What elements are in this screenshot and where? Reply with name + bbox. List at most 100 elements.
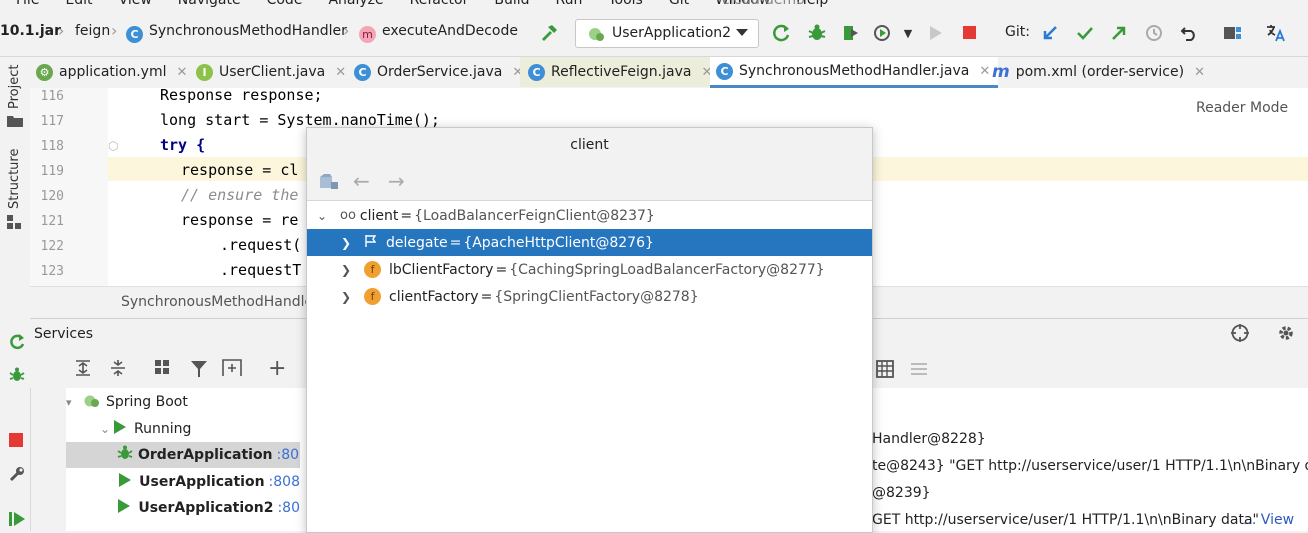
table-view-icon[interactable]	[876, 360, 894, 382]
run-icon[interactable]	[925, 22, 947, 44]
history-icon[interactable]	[1143, 22, 1165, 44]
code-line-121[interactable]: response = re	[181, 211, 298, 229]
code-line-118[interactable]: try {	[160, 136, 205, 154]
resume-icon[interactable]	[8, 511, 26, 531]
popup-row-lbclientfactory[interactable]: ❯ f lbClientFactory = {CachingSpringLoad…	[307, 256, 872, 283]
code-line-119[interactable]: response = cl	[181, 161, 298, 179]
variable-line[interactable]: GET http://userservice/user/1 HTTP/1.1\n…	[872, 512, 1259, 528]
menu-file[interactable]: File	[16, 0, 39, 8]
debug-services-icon[interactable]	[8, 366, 26, 388]
wrench-icon[interactable]	[8, 465, 26, 487]
new-tab-icon[interactable]	[221, 358, 243, 382]
rerun-icon[interactable]	[771, 22, 793, 44]
variable-line[interactable]: @8239}	[872, 485, 931, 501]
tab-orderservice-java[interactable]: C OrderService.java ✕	[354, 57, 523, 87]
profile-icon[interactable]	[871, 22, 893, 44]
menu-git[interactable]: Git	[669, 0, 689, 8]
menu-navigate[interactable]: Navigate	[178, 0, 241, 8]
add-service-icon[interactable]: +	[268, 356, 286, 381]
crosshair-icon[interactable]	[1230, 323, 1250, 347]
git-update-icon[interactable]	[1039, 22, 1061, 44]
tree-node-userapplication[interactable]: UserApplication :808	[66, 469, 300, 495]
breadcrumb-package[interactable]: feign	[75, 23, 110, 39]
code-line-122[interactable]: .request(	[220, 236, 301, 254]
services-rerun-icon[interactable]	[8, 333, 26, 355]
chevron-right-icon[interactable]: ❯	[336, 236, 356, 250]
variable-line[interactable]: te@8243} "GET http://userservice/user/1 …	[872, 458, 1308, 474]
close-icon[interactable]: ✕	[177, 65, 188, 80]
back-arrow-icon[interactable]: ←	[353, 169, 370, 193]
expand-all-icon[interactable]	[74, 359, 92, 381]
port-label[interactable]: :80	[277, 500, 300, 516]
tree-node-spring-boot[interactable]: ▾ Spring Boot	[66, 389, 300, 415]
editor-breadcrumb-class[interactable]: SynchronousMethodHandler	[121, 294, 319, 310]
tree-node-orderapplication[interactable]: OrderApplication :80	[66, 442, 300, 468]
breadcrumb-class[interactable]: C SynchronousMethodHandler	[126, 23, 347, 43]
menu-view[interactable]: View	[119, 0, 152, 8]
forward-arrow-icon[interactable]: →	[388, 169, 405, 193]
menu-refactor[interactable]: Refactor	[410, 0, 469, 8]
menu-tools[interactable]: Tools	[608, 0, 643, 8]
tab-synchronousmethodhandler-java[interactable]: C SynchronousMethodHandler.java ✕	[710, 57, 999, 88]
tab-userclient-java[interactable]: I UserClient.java ✕	[196, 57, 346, 87]
stop-icon[interactable]	[959, 22, 981, 44]
tree-node-running[interactable]: ⌄ Running	[66, 416, 300, 442]
chevron-right-icon[interactable]: ❯	[336, 263, 356, 277]
close-icon[interactable]: ✕	[979, 64, 990, 79]
chevron-down-icon[interactable]: ▾	[66, 396, 82, 409]
collapse-all-icon[interactable]	[109, 359, 127, 381]
filter-icon[interactable]	[189, 359, 209, 383]
breadcrumb-method-label: executeAndDecode	[382, 23, 519, 39]
variable-value: {LoadBalancerFeignClient@8237}	[414, 207, 655, 224]
more-run-options-icon[interactable]: ▼	[897, 22, 919, 44]
code-line-116[interactable]: Response response;	[160, 86, 323, 104]
code-line-123[interactable]: .requestT	[220, 261, 301, 279]
build-hammer-icon[interactable]	[538, 22, 560, 44]
git-commit-icon[interactable]	[1074, 22, 1096, 44]
menu-edit[interactable]: Edit	[65, 0, 92, 8]
close-icon[interactable]: ✕	[335, 65, 346, 80]
menu-build[interactable]: Build	[494, 0, 529, 8]
popup-row-clientfactory[interactable]: ❯ f clientFactory = {SpringClientFactory…	[307, 283, 872, 310]
stop-services-icon[interactable]	[9, 433, 23, 451]
gear-icon[interactable]	[1276, 323, 1296, 347]
breadcrumb-jar[interactable]: 10.1.jar	[0, 23, 61, 39]
chevron-down-icon[interactable]: ⌄	[312, 209, 332, 223]
variable-line[interactable]: Handler@8228}	[872, 431, 986, 447]
debug-icon[interactable]	[806, 22, 828, 44]
settings-lines-icon[interactable]	[910, 360, 928, 382]
tab-reflectivefeign-java[interactable]: C ReflectiveFeign.java ✕	[520, 57, 719, 87]
run-with-coverage-icon[interactable]	[840, 22, 862, 44]
tab-application-yml[interactable]: ⚙ application.yml ✕	[36, 57, 187, 87]
structure-icon[interactable]	[7, 215, 21, 233]
variable-name: client	[359, 207, 399, 224]
close-icon[interactable]: ✕	[1194, 65, 1205, 80]
git-push-icon[interactable]	[1108, 22, 1130, 44]
code-line-120[interactable]: // ensure the	[181, 186, 298, 204]
structure-tool-button[interactable]: Structure	[7, 149, 22, 209]
tree-node-userapplication2[interactable]: UserApplication2 :80	[66, 495, 300, 521]
chevron-down-icon[interactable]: ⌄	[66, 422, 114, 436]
variable-inspect-popup[interactable]: client ← → ⌄ oo client = {LoadBalancerFe…	[306, 127, 873, 533]
group-by-icon[interactable]	[154, 359, 172, 381]
chevron-right-icon[interactable]: ❯	[336, 290, 356, 304]
menu-analyze[interactable]: Analyze	[328, 0, 383, 8]
navigate-to-source-icon[interactable]	[319, 173, 339, 195]
tab-pom-xml[interactable]: m pom.xml (order-service) ✕	[992, 57, 1205, 87]
run-configuration-select[interactable]: UserApplication2	[575, 19, 759, 48]
fold-marker-icon[interactable]: ⬡	[108, 139, 118, 153]
folder-icon[interactable]	[7, 115, 23, 131]
popup-row-delegate[interactable]: ❯ delegate = {ApacheHttpClient@8276}	[307, 229, 872, 256]
menu-run[interactable]: Run	[556, 0, 583, 8]
rollback-icon[interactable]	[1178, 22, 1200, 44]
view-link[interactable]: ... View	[1243, 512, 1294, 528]
popup-row-client[interactable]: ⌄ oo client = {LoadBalancerFeignClient@8…	[307, 202, 872, 229]
port-label[interactable]: :80	[277, 447, 300, 463]
project-structure-icon[interactable]	[1222, 22, 1244, 44]
project-tool-button[interactable]: Project	[7, 65, 22, 109]
reader-mode-toggle[interactable]: Reader Mode	[1196, 100, 1288, 116]
menu-code[interactable]: Code	[267, 0, 303, 8]
translate-icon[interactable]	[1265, 22, 1287, 44]
port-label[interactable]: :808	[269, 474, 300, 490]
breadcrumb-method[interactable]: m executeAndDecode	[359, 23, 518, 43]
